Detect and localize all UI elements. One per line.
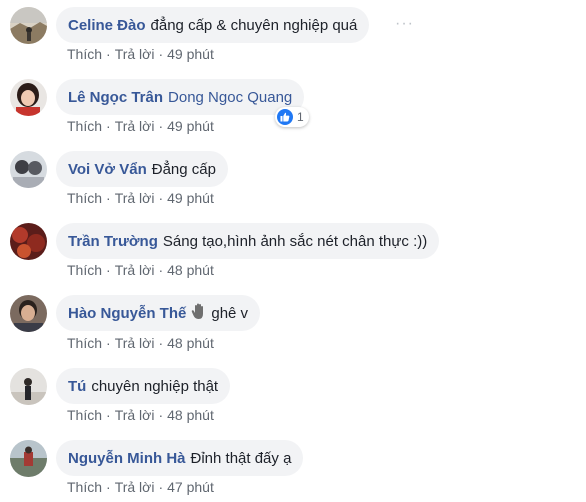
like-link[interactable]: Thích xyxy=(67,479,102,495)
comment-actions: Thích · Trả lời · 49 phút xyxy=(67,118,214,134)
avatar[interactable] xyxy=(10,368,47,405)
comment-bubble: Celine Đào đẳng cấp & chuyên nghiệp quá xyxy=(56,7,370,43)
like-link[interactable]: Thích xyxy=(67,118,102,134)
comment-timestamp[interactable]: 48 phút xyxy=(167,407,214,423)
separator-dot: · xyxy=(106,407,111,423)
comment-bubble: Hào Nguyễn Thế ghê v xyxy=(56,295,261,331)
reaction-badge[interactable]: 1 xyxy=(275,107,309,127)
comment-author[interactable]: Voi Vở Vẩn xyxy=(68,161,147,178)
separator-dot: · xyxy=(158,335,164,351)
avatar[interactable] xyxy=(10,79,47,116)
reply-link[interactable]: Trả lời xyxy=(115,479,155,495)
comment-bubble: Trần Trường Sáng tạo,hình ảnh sắc nét ch… xyxy=(56,223,440,259)
comment-timestamp[interactable]: 49 phút xyxy=(167,46,214,62)
comment-text: Đỉnh thật đấy ạ xyxy=(190,449,292,467)
separator-dot: · xyxy=(106,262,111,278)
like-link[interactable]: Thích xyxy=(67,46,102,62)
comment-author[interactable]: Trần Trường xyxy=(68,233,158,250)
avatar[interactable] xyxy=(10,440,47,477)
avatar[interactable] xyxy=(10,7,47,44)
like-link[interactable]: Thích xyxy=(67,335,102,351)
separator-dot: · xyxy=(158,407,164,423)
comment-author[interactable]: Lê Ngọc Trân xyxy=(68,89,163,106)
comment-text: Đẳng cấp xyxy=(151,160,216,178)
reply-link[interactable]: Trả lời xyxy=(115,335,155,351)
separator-dot: · xyxy=(106,190,111,206)
separator-dot: · xyxy=(106,335,111,351)
comment-text: ghê v xyxy=(211,304,249,322)
comment-bubble: Tú chuyên nghiệp thật xyxy=(56,368,231,404)
comment-author[interactable]: Hào Nguyễn Thế xyxy=(68,305,186,322)
more-options-icon[interactable]: ··· xyxy=(395,15,414,33)
comment-text: chuyên nghiệp thật xyxy=(91,377,219,395)
comment-timestamp[interactable]: 49 phút xyxy=(167,190,214,206)
comment-timestamp[interactable]: 48 phút xyxy=(167,262,214,278)
comment-actions: Thích · Trả lời · 48 phút xyxy=(67,335,214,351)
reply-link[interactable]: Trả lời xyxy=(115,407,155,423)
separator-dot: · xyxy=(106,479,111,495)
comment-author[interactable]: Nguyễn Minh Hà xyxy=(68,450,186,467)
reply-link[interactable]: Trả lời xyxy=(115,118,155,134)
separator-dot: · xyxy=(106,46,111,62)
avatar[interactable] xyxy=(10,295,47,332)
thumbs-up-icon xyxy=(277,109,293,125)
mention-link[interactable]: Dong Ngoc Quang xyxy=(168,89,292,106)
comment-text: Sáng tạo,hình ảnh sắc nét chân thực :)) xyxy=(162,232,428,250)
comment-timestamp[interactable]: 47 phút xyxy=(167,479,214,495)
reply-link[interactable]: Trả lời xyxy=(115,46,155,62)
comment-author[interactable]: Tú xyxy=(68,378,86,395)
like-link[interactable]: Thích xyxy=(67,262,102,278)
like-link[interactable]: Thích xyxy=(67,190,102,206)
comment-actions: Thích · Trả lời · 49 phút xyxy=(67,46,214,62)
comment-bubble: Voi Vở Vẩn Đẳng cấp xyxy=(56,151,228,187)
separator-dot: · xyxy=(106,118,111,134)
comment-bubble: Lê Ngọc Trân Dong Ngoc Quang xyxy=(56,79,305,115)
comment-author[interactable]: Celine Đào xyxy=(68,17,146,34)
comment-text: đẳng cấp & chuyên nghiệp quá xyxy=(150,16,358,34)
avatar[interactable] xyxy=(10,151,47,188)
separator-dot: · xyxy=(158,479,164,495)
comment-actions: Thích · Trả lời · 48 phút xyxy=(67,407,214,423)
separator-dot: · xyxy=(158,46,164,62)
separator-dot: · xyxy=(158,190,164,206)
reaction-count: 1 xyxy=(297,110,304,124)
reply-link[interactable]: Trả lời xyxy=(115,262,155,278)
comment-actions: Thích · Trả lời · 48 phút xyxy=(67,262,214,278)
like-link[interactable]: Thích xyxy=(67,407,102,423)
comment-timestamp[interactable]: 48 phút xyxy=(167,335,214,351)
comment-actions: Thích · Trả lời · 49 phút xyxy=(67,190,214,206)
comment-actions: Thích · Trả lời · 47 phút xyxy=(67,479,214,495)
separator-dot: · xyxy=(158,118,164,134)
reply-link[interactable]: Trả lời xyxy=(115,190,155,206)
waving-hand-icon xyxy=(191,303,207,324)
comment-bubble: Nguyễn Minh Hà Đỉnh thật đấy ạ xyxy=(56,440,304,476)
separator-dot: · xyxy=(158,262,164,278)
avatar[interactable] xyxy=(10,223,47,260)
comment-timestamp[interactable]: 49 phút xyxy=(167,118,214,134)
